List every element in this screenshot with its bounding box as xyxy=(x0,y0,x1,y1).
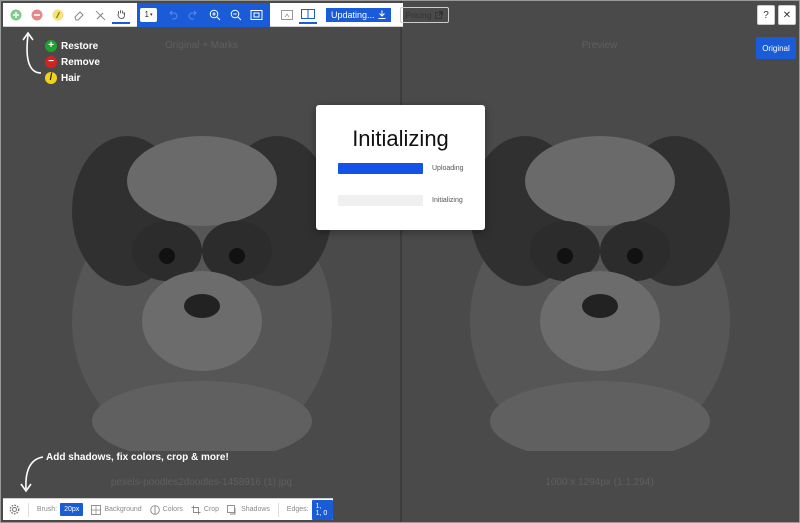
pan-tool-button[interactable] xyxy=(111,6,130,24)
arrow-up-annotation-icon xyxy=(22,31,42,74)
divider xyxy=(277,502,279,517)
single-view-button[interactable] xyxy=(278,6,296,24)
updating-button[interactable]: Updating... xyxy=(326,7,391,22)
brush-size-value[interactable]: 20px xyxy=(60,503,84,516)
original-toggle-button[interactable]: Original xyxy=(756,37,796,59)
redo-button[interactable] xyxy=(185,6,203,24)
redo-icon xyxy=(188,10,197,20)
legend-remove: − Remove xyxy=(45,54,100,70)
uploading-label: Uploading xyxy=(432,165,464,172)
split-view-button[interactable] xyxy=(298,6,317,24)
close-button[interactable]: ✕ xyxy=(778,5,796,25)
background-icon xyxy=(91,504,102,515)
hair-icon xyxy=(52,9,63,20)
help-button[interactable]: ? xyxy=(757,5,775,25)
brush-size-control[interactable]: Brush: 20px xyxy=(37,503,84,516)
crop-button[interactable]: Crop xyxy=(191,505,219,515)
image-dimensions: 1000 x 1294px (1:1.294) xyxy=(545,477,654,488)
preview-pane[interactable]: Preview 1000 x 1294px (1:1.294) xyxy=(402,29,797,496)
remove-tool-button[interactable] xyxy=(28,6,46,24)
plus-circle-icon xyxy=(10,9,21,20)
bottom-toolbar: Brush: 20px Background Colors Crop Shado… xyxy=(3,498,334,520)
legend-hair: / Hair xyxy=(45,70,100,86)
split-view-icon xyxy=(300,8,315,19)
download-icon xyxy=(378,10,386,19)
colors-button[interactable]: Colors xyxy=(149,504,183,515)
uploading-progress-bar xyxy=(338,163,423,174)
gear-icon xyxy=(9,504,20,515)
arrow-down-annotation-icon xyxy=(20,456,44,493)
original-marks-pane[interactable]: Original + Marks pexels-poodles2doodles-… xyxy=(3,29,400,496)
divider xyxy=(28,502,29,517)
single-view-icon xyxy=(280,9,293,20)
fit-screen-button[interactable] xyxy=(248,6,266,24)
background-button[interactable]: Background xyxy=(91,504,142,515)
colors-icon xyxy=(149,504,160,515)
fit-screen-icon xyxy=(250,9,263,20)
external-link-icon xyxy=(434,10,443,19)
dog-image-preview xyxy=(469,136,730,451)
minus-circle-icon xyxy=(31,9,42,20)
brush-off-tool-button[interactable] xyxy=(91,6,109,24)
tool-legend: + Restore − Remove / Hair xyxy=(45,38,100,86)
zoom-in-icon xyxy=(209,9,220,20)
uploading-progress-fill xyxy=(338,163,423,174)
app-window: Original + Marks pexels-poodles2doodles-… xyxy=(0,0,800,523)
image-filename: pexels-poodles2doodles-1458916 (1).jpg xyxy=(110,477,293,488)
hair-icon: / xyxy=(45,72,57,84)
undo-button[interactable] xyxy=(164,6,182,24)
hand-icon xyxy=(117,9,125,19)
shadows-icon xyxy=(227,504,236,514)
initializing-label: Initializing xyxy=(432,197,463,204)
chevron-down-icon: ▾ xyxy=(149,11,153,18)
zoom-in-button[interactable] xyxy=(206,6,224,24)
brush-size-select[interactable]: 1 ▾ xyxy=(140,7,157,22)
eraser-tool-button[interactable] xyxy=(70,6,88,24)
minus-icon: − xyxy=(45,56,57,68)
view-controls: 1 ▾ xyxy=(137,2,270,27)
eraser-icon xyxy=(73,10,84,20)
settings-button[interactable] xyxy=(9,504,20,515)
restore-tool-button[interactable] xyxy=(7,6,25,24)
initializing-progress-bar xyxy=(338,195,423,206)
dialog-title: Initializing xyxy=(352,126,449,151)
close-icon: ✕ xyxy=(782,9,792,21)
pricing-link[interactable]: Pricing xyxy=(399,6,449,23)
legend-restore: + Restore xyxy=(45,38,100,54)
zoom-out-icon xyxy=(230,9,241,20)
hair-tool-button[interactable] xyxy=(49,6,67,24)
feature-hint: Add shadows, fix colors, crop & more! xyxy=(46,452,229,463)
initializing-dialog: Initializing Uploading Initializing xyxy=(316,105,485,230)
edges-control[interactable]: Edges: 1, 1, 0 xyxy=(287,499,334,520)
pane-title-preview: Preview xyxy=(581,40,618,51)
crop-icon xyxy=(191,505,201,514)
zoom-out-button[interactable] xyxy=(227,6,245,24)
undo-icon xyxy=(169,10,178,20)
edges-value[interactable]: 1, 1, 0 xyxy=(311,499,334,520)
dog-image-original xyxy=(71,136,332,451)
shadows-button[interactable]: Shadows xyxy=(227,504,270,515)
brush-slash-icon xyxy=(95,10,105,20)
top-toolbar: 1 ▾ Updating... Pricing xyxy=(3,2,449,27)
plus-icon: + xyxy=(45,40,57,52)
